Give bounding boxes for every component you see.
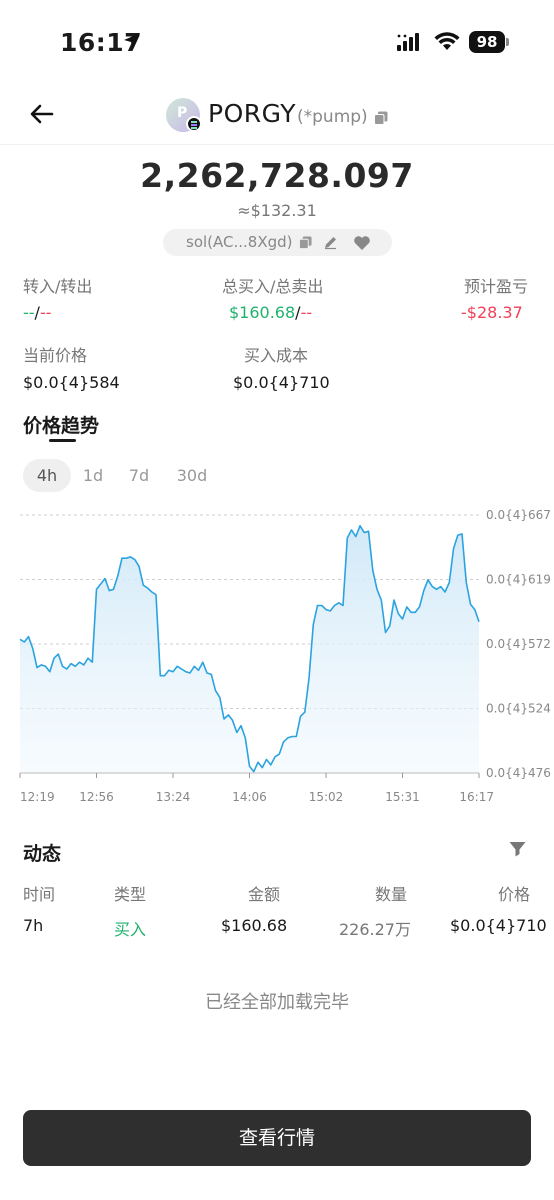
wallet-address[interactable]: sol(AC...8Xgd) bbox=[186, 233, 293, 251]
x-tick-label: 12:56 bbox=[79, 790, 114, 804]
trade-label: 总买入/总卖出 bbox=[222, 277, 324, 296]
range-7d-button[interactable]: 7d bbox=[122, 459, 156, 492]
all-loaded-text: 已经全部加载完毕 bbox=[205, 992, 349, 1013]
x-tick-label: 15:31 bbox=[385, 790, 420, 804]
transfer-label: 转入/转出 bbox=[23, 277, 93, 296]
row-type: 买入 bbox=[114, 920, 147, 939]
x-tick-label: 16:17 bbox=[459, 790, 494, 804]
copy-address-icon[interactable] bbox=[299, 236, 312, 249]
trade-value: $160.68/-- bbox=[229, 303, 313, 322]
token-balance: 2,262,728.097 bbox=[140, 156, 414, 195]
pnl-label: 预计盈亏 bbox=[464, 277, 529, 296]
x-tick-label: 12:19 bbox=[20, 790, 55, 804]
x-tick-label: 14:06 bbox=[232, 790, 267, 804]
header-divider bbox=[0, 144, 554, 145]
edit-icon[interactable] bbox=[323, 235, 338, 250]
current-price-value: $0.0{4}584 bbox=[23, 373, 120, 392]
row-quantity: 226.27万 bbox=[339, 920, 411, 939]
solana-chain-icon bbox=[186, 116, 202, 132]
current-price-label: 当前价格 bbox=[23, 346, 88, 365]
column-quantity: 数量 bbox=[375, 885, 408, 904]
column-price: 价格 bbox=[498, 885, 531, 904]
view-market-button[interactable]: 查看行情 bbox=[23, 1110, 531, 1166]
wifi-icon bbox=[434, 32, 460, 50]
filter-icon[interactable] bbox=[509, 841, 526, 858]
transfer-value: --/-- bbox=[23, 303, 52, 322]
status-bar: 16:17 98 bbox=[0, 0, 554, 86]
y-tick-label: 0.0{4}667 bbox=[486, 508, 551, 522]
token-tag: (*pump) bbox=[297, 107, 368, 127]
range-1d-button[interactable]: 1d bbox=[76, 459, 110, 492]
signal-icon bbox=[397, 33, 419, 51]
battery-icon: 98 bbox=[469, 31, 509, 53]
row-amount: $160.68 bbox=[221, 916, 288, 935]
price-area bbox=[20, 525, 479, 773]
y-tick-label: 0.0{4}524 bbox=[486, 702, 551, 716]
favorite-heart-icon[interactable] bbox=[353, 235, 371, 251]
token-name: PORGY bbox=[208, 99, 297, 128]
tab-underline bbox=[49, 439, 76, 442]
y-tick-label: 0.0{4}476 bbox=[486, 766, 551, 780]
row-time: 7h bbox=[23, 916, 44, 935]
row-price: $0.0{4}710 bbox=[450, 916, 547, 935]
column-type: 类型 bbox=[114, 885, 147, 904]
y-tick-label: 0.0{4}619 bbox=[486, 573, 551, 587]
activity-title: 动态 bbox=[23, 843, 62, 865]
column-amount: 金额 bbox=[248, 885, 281, 904]
column-time: 时间 bbox=[23, 885, 56, 904]
y-tick-label: 0.0{4}572 bbox=[486, 637, 551, 651]
battery-level: 98 bbox=[469, 31, 505, 53]
range-4h-button[interactable]: 4h bbox=[23, 459, 71, 492]
x-tick-label: 15:02 bbox=[309, 790, 344, 804]
x-tick-label: 13:24 bbox=[156, 790, 191, 804]
price-chart[interactable]: 0.0{4}667 0.0{4}619 0.0{4}572 0.0{4}524 0.0{… bbox=[0, 500, 554, 810]
buy-cost-label: 买入成本 bbox=[244, 346, 309, 365]
tab-price-trend[interactable]: 价格趋势 bbox=[23, 411, 99, 438]
pnl-value: -$28.37 bbox=[461, 303, 523, 322]
wallet-address-pill: sol(AC...8Xgd) bbox=[163, 229, 392, 256]
location-arrow-icon bbox=[124, 33, 140, 49]
copy-icon[interactable] bbox=[374, 111, 388, 125]
buy-cost-value: $0.0{4}710 bbox=[233, 373, 330, 392]
balance-usd: ≈$132.31 bbox=[237, 201, 317, 220]
back-arrow-icon[interactable] bbox=[28, 100, 56, 128]
range-30d-button[interactable]: 30d bbox=[168, 459, 216, 492]
